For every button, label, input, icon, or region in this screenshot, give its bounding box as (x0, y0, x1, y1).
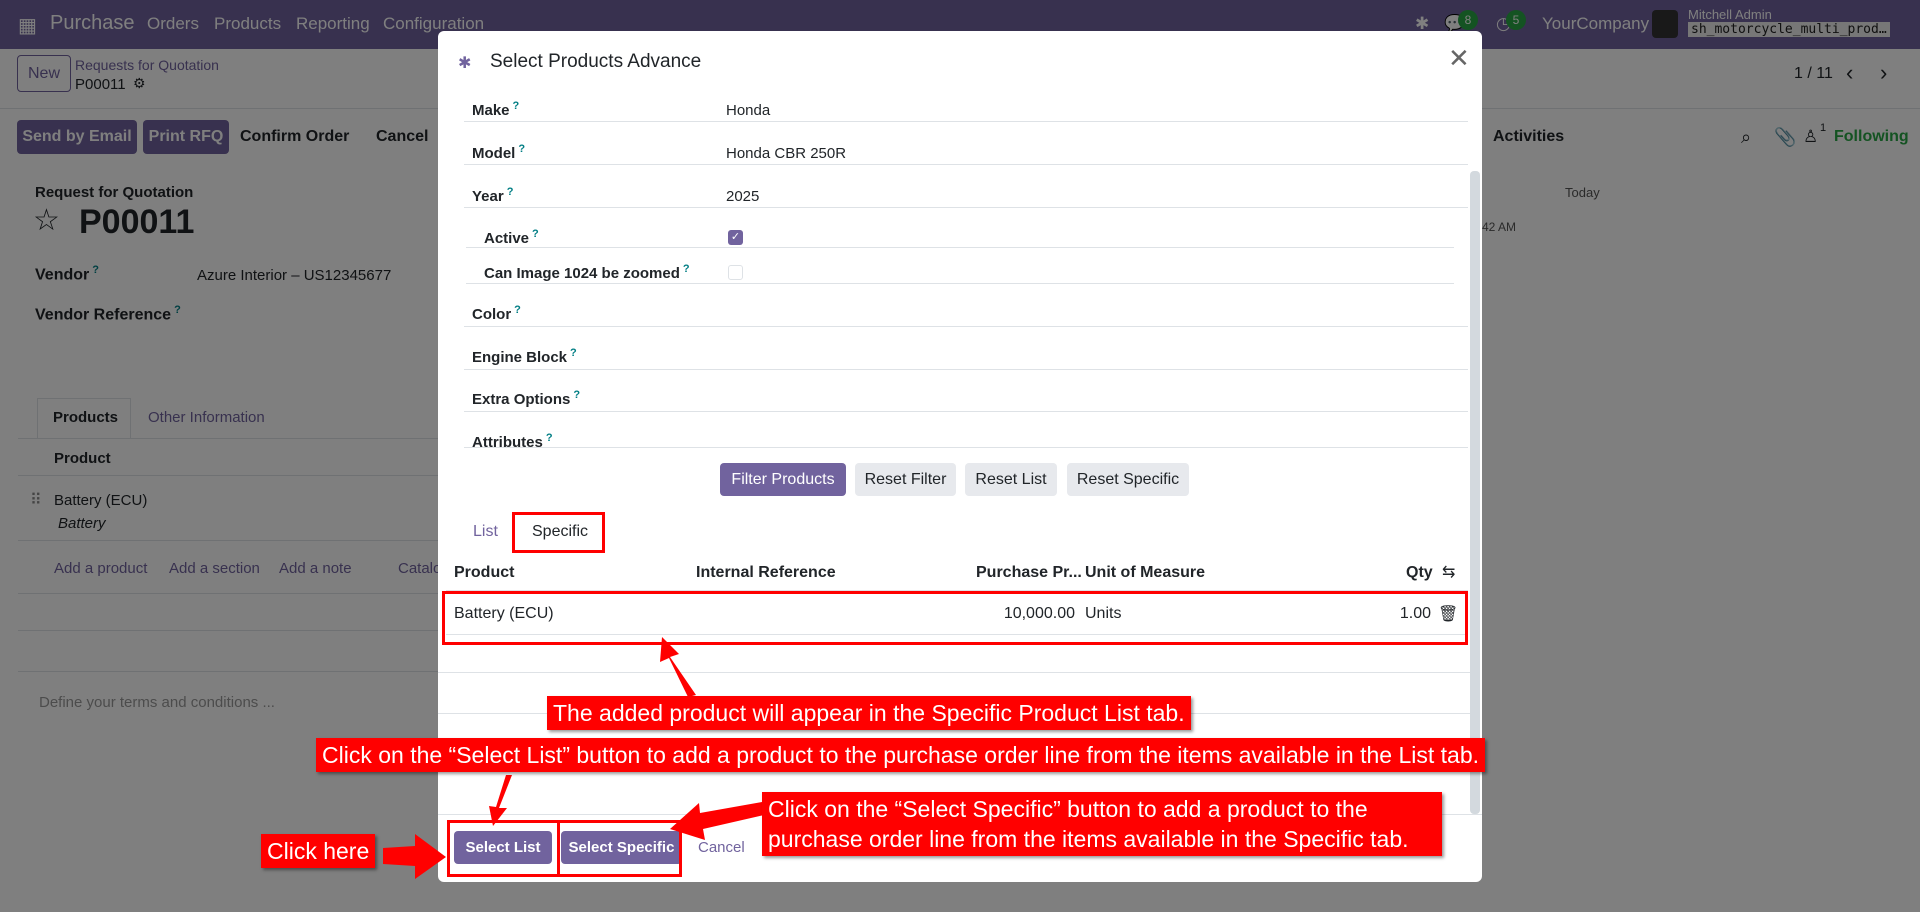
annotation-select-list: Click on the “Select List” button to add… (316, 738, 1486, 772)
annotation-select-specific-line1: Click on the “Select Specific” button to… (768, 796, 1368, 822)
arrow-click-here (383, 834, 446, 879)
arrow-added (660, 637, 696, 697)
annotation-click-here: Click here (261, 834, 376, 868)
arrow-select-list (489, 775, 512, 826)
annotation-select-specific: Click on the “Select Specific” button to… (762, 792, 1442, 856)
annotation-added-product: The added product will appear in the Spe… (547, 696, 1191, 730)
arrow-select-specific (670, 802, 764, 840)
annotation-select-specific-line2: purchase order line from the items avail… (768, 826, 1409, 852)
annotation-arrows (383, 637, 764, 879)
